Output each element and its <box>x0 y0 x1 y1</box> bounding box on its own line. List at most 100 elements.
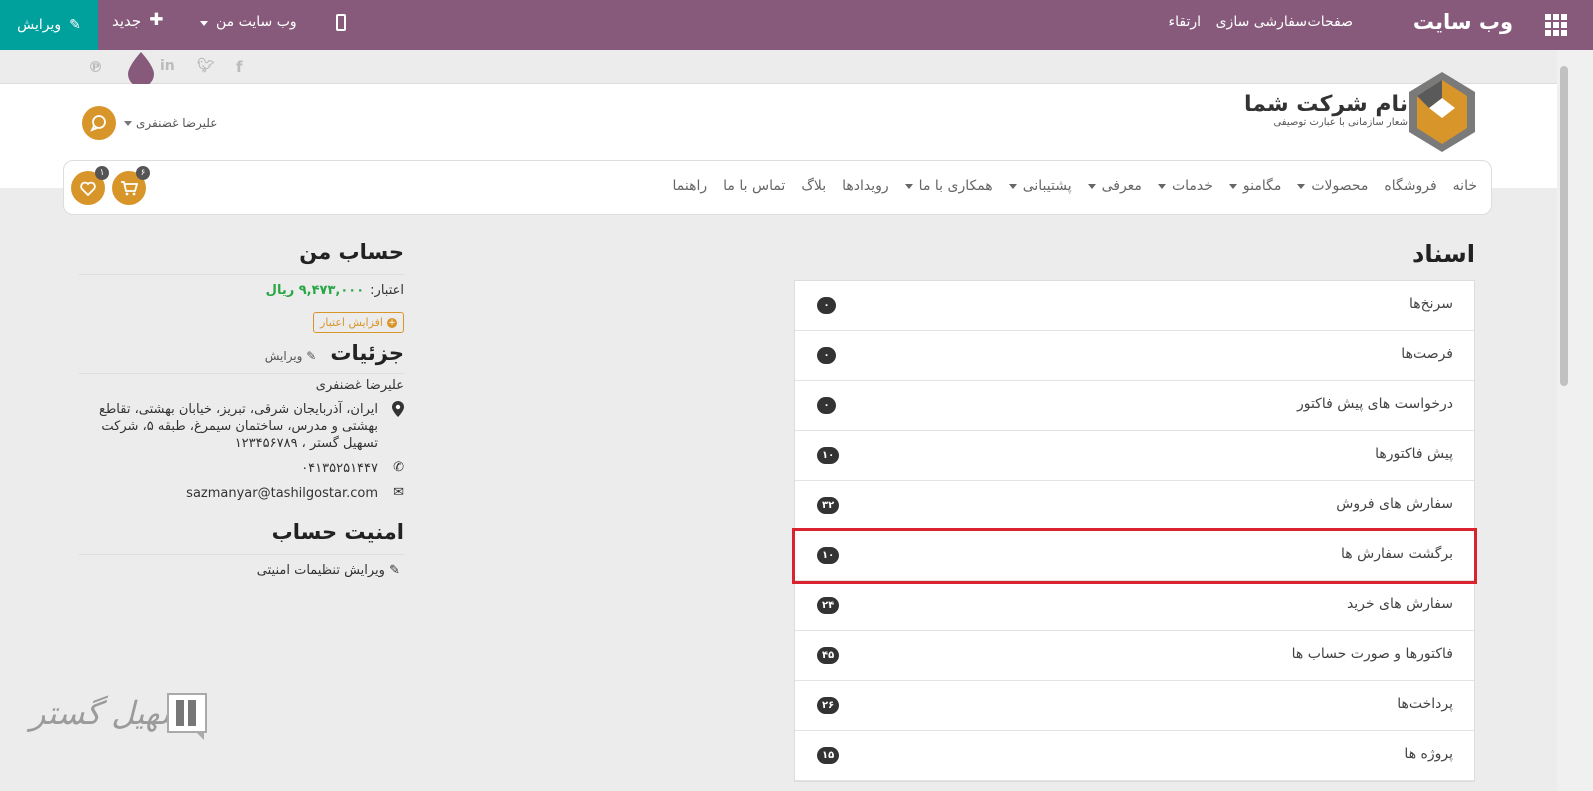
menu-pages[interactable]: صفحات <box>1308 14 1353 30</box>
chevron-down-icon <box>200 21 208 26</box>
facebook-icon[interactable]: f <box>236 58 243 76</box>
mobile-preview-icon[interactable] <box>336 14 346 31</box>
document-label: پروژه ها <box>1404 746 1453 762</box>
document-row[interactable]: سفارش های فروش ۳۲ <box>795 481 1474 531</box>
details-title: جزئیات <box>330 341 404 365</box>
company-logo-icon[interactable] <box>1409 72 1475 152</box>
document-row[interactable]: پیش فاکتورها ۱۰ <box>795 431 1474 481</box>
document-label: پیش فاکتورها <box>1375 446 1453 462</box>
document-count-badge: ۰ <box>817 297 836 314</box>
address-line: ایران، آذربایجان شرقی، تبریز، خیابان بهش… <box>79 401 404 452</box>
document-label: فرصت‌ها <box>1401 346 1453 362</box>
document-row[interactable]: سفارش های خرید ۲۴ <box>795 581 1474 631</box>
nav-item[interactable]: خدمات <box>1157 178 1213 194</box>
nav-item[interactable]: خانه <box>1453 178 1477 194</box>
edit-button[interactable]: ✎ ویرایش <box>0 0 98 50</box>
nav-item[interactable]: تماس با ما <box>723 178 785 194</box>
document-count-badge: ۰ <box>817 347 836 364</box>
account-title: حساب من <box>79 240 404 275</box>
twitter-icon[interactable]: 🐦︎ <box>197 58 215 74</box>
nav-item[interactable]: راهنما <box>673 178 708 194</box>
menu-upgrade[interactable]: ارتقاء <box>1169 14 1201 30</box>
linkedin-icon[interactable]: in <box>160 58 175 74</box>
nav-item-label: رویدادها <box>842 178 889 194</box>
document-row[interactable]: پروژه ها ۱۵ <box>795 731 1474 781</box>
my-site-dropdown[interactable]: وب سایت من <box>200 14 297 30</box>
nav-item[interactable]: محصولات <box>1297 178 1368 194</box>
details-edit-label: ویرایش <box>264 349 303 363</box>
nav-item-label: فروشگاه <box>1384 178 1437 194</box>
document-row[interactable]: سرنخ‌ها ۰ <box>795 281 1474 331</box>
my-site-label: وب سایت من <box>216 14 297 30</box>
chevron-down-icon <box>1157 184 1166 189</box>
plus-icon: ✚ <box>149 10 164 30</box>
chevron-down-icon <box>124 121 132 126</box>
cart-button[interactable]: ۶ <box>112 166 150 205</box>
document-label: برگشت سفارش ها <box>1341 546 1453 562</box>
document-row[interactable]: پرداخت‌ها ۲۶ <box>795 681 1474 731</box>
document-count-badge: ۳۲ <box>817 497 840 514</box>
documents-list: سرنخ‌ها ۰ فرصت‌ها ۰ درخواست های پیش فاکتور ۰ پ… <box>792 280 1477 782</box>
pinterest-icon[interactable]: ℗ <box>88 58 103 76</box>
page-scrollbar[interactable] <box>1557 50 1593 791</box>
menu-customize[interactable]: سفارشی سازی <box>1216 14 1307 30</box>
nav-item[interactable]: همکاری با ما <box>904 178 993 194</box>
add-credit-button[interactable]: + افزایش اعتبار <box>313 312 404 333</box>
cart-count-badge: ۶ <box>136 166 150 180</box>
add-credit-label: افزایش اعتبار <box>320 316 383 329</box>
drag-drop-icon[interactable] <box>127 52 155 88</box>
document-count-badge: ۱۵ <box>817 747 840 764</box>
nav-item[interactable]: فروشگاه <box>1384 178 1436 194</box>
document-label: پرداخت‌ها <box>1397 696 1453 712</box>
apps-menu-icon[interactable] <box>1545 14 1567 36</box>
details-edit-link[interactable]: ✎ ویرایش <box>265 349 317 363</box>
user-name: علیرضا غضنفری <box>136 116 218 130</box>
heart-icon <box>80 181 96 196</box>
chevron-down-icon <box>1087 184 1096 189</box>
plus-circle-icon: + <box>387 317 397 328</box>
pencil-icon: ✎ <box>69 17 81 33</box>
document-row[interactable]: فاکتورها و صورت حساب ها ۴۵ <box>795 631 1474 681</box>
chat-icon[interactable] <box>82 106 116 140</box>
document-count-badge: ۰ <box>817 397 836 414</box>
company-name: نام شرکت شما <box>1243 92 1408 117</box>
document-row[interactable]: فرصت‌ها ۰ <box>795 331 1474 381</box>
nav-item[interactable]: پشتیبانی <box>1008 178 1072 194</box>
app-brand[interactable]: وب سایت <box>1413 10 1513 34</box>
document-label: سفارش های خرید <box>1346 596 1453 612</box>
nav-item[interactable]: رویدادها <box>842 178 889 194</box>
document-count-badge: ۴۵ <box>817 647 840 664</box>
user-menu[interactable]: علیرضا غضنفری <box>124 116 217 130</box>
new-button[interactable]: ✚ جدید <box>112 10 164 31</box>
watermark-logo: تسهیل گستر <box>30 690 210 750</box>
scrollbar-thumb[interactable] <box>1560 66 1568 386</box>
document-count-badge: ۲۶ <box>817 697 840 714</box>
email-text: sazmanyar@tashilgostar.com <box>186 486 378 501</box>
document-count-badge: ۲۴ <box>817 597 840 614</box>
company-logo-text[interactable]: نام شرکت شما شعار سازمانی با عبارت توصیف… <box>1244 92 1408 128</box>
nav-item-label: معرفی <box>1101 178 1142 194</box>
phone-text: ۰۴۱۳۵۲۵۱۴۴۷ <box>301 461 378 476</box>
nav-item-label: بلاگ <box>801 178 827 194</box>
document-label: سفارش های فروش <box>1336 496 1453 512</box>
nav-item-label: محصولات <box>1311 178 1369 194</box>
phone-line: ✆ ۰۴۱۳۵۲۵۱۴۴۷ <box>79 460 404 477</box>
chevron-down-icon <box>904 184 913 189</box>
map-marker-icon <box>390 401 404 452</box>
address-text: ایران، آذربایجان شرقی، تبریز، خیابان بهش… <box>99 402 378 451</box>
document-row[interactable]: برگشت سفارش ها ۱۰ <box>792 528 1477 584</box>
security-edit-link[interactable]: ✎ ویرایش تنظیمات امنیتی <box>79 563 404 578</box>
chevron-down-icon <box>1008 184 1017 189</box>
wishlist-count-badge: ۱ <box>95 166 109 180</box>
account-panel: حساب من اعتبار: ۹,۴۷۳,۰۰۰ ریال + افزایش … <box>79 240 404 578</box>
document-row[interactable]: درخواست های پیش فاکتور ۰ <box>795 381 1474 431</box>
user-area: علیرضا غضنفری <box>82 106 217 140</box>
nav-item[interactable]: بلاگ <box>801 178 826 194</box>
nav-item[interactable]: معرفی <box>1087 178 1142 194</box>
document-label: سرنخ‌ها <box>1408 296 1453 312</box>
watermark-icon <box>167 693 207 740</box>
wishlist-button[interactable]: ۱ <box>71 166 109 205</box>
new-label: جدید <box>112 12 142 30</box>
nav-item[interactable]: مگامنو <box>1228 178 1281 194</box>
main-navigation: خانه فروشگاه محصولات مگامنو خدمات معرفی پشتیبا… <box>63 160 1492 215</box>
